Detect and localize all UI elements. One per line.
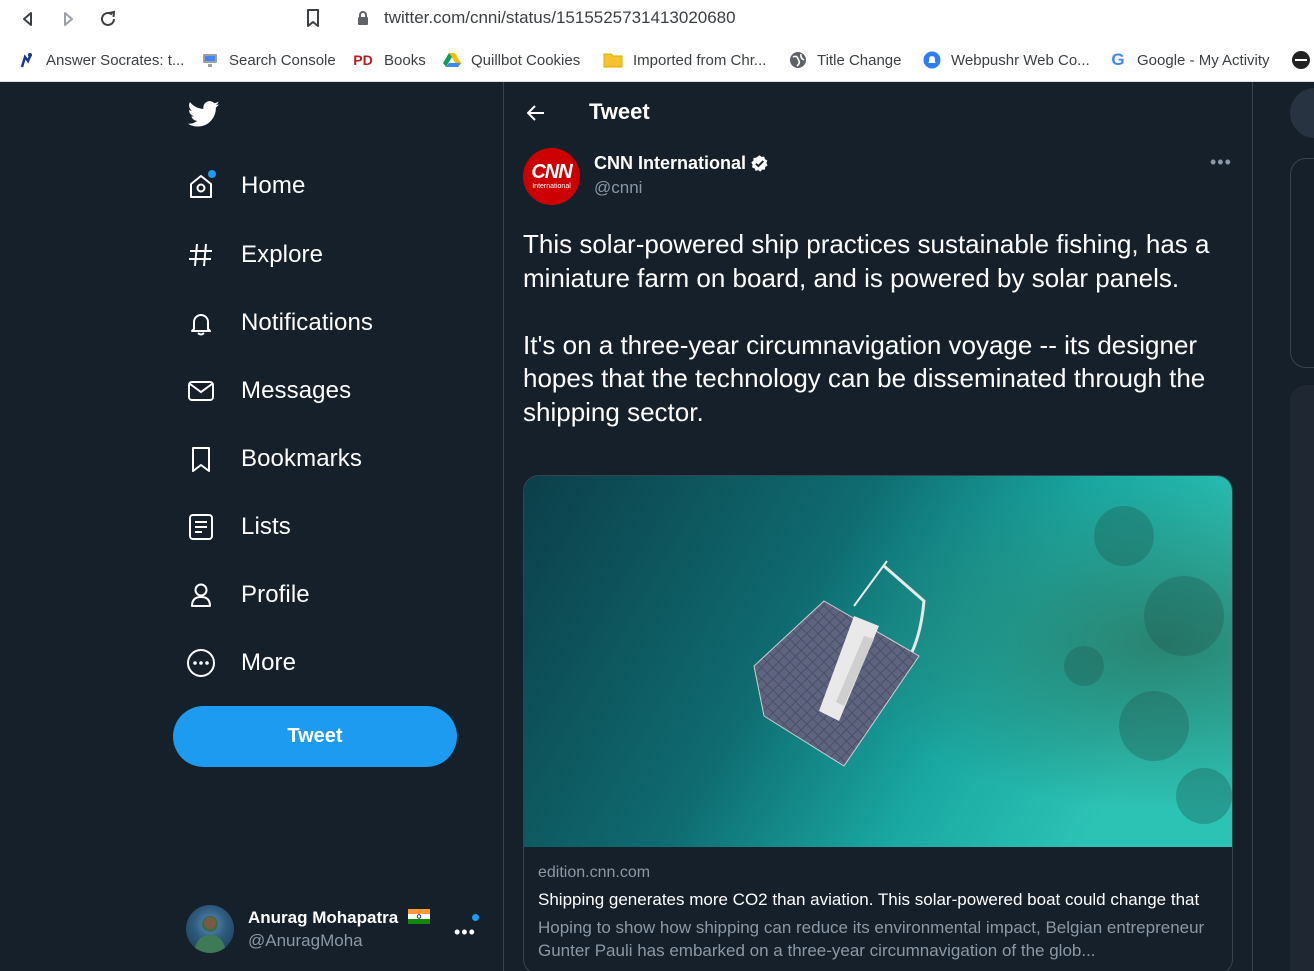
bookmark-google-my-activity[interactable]: G Google - My Activity <box>1109 48 1270 72</box>
person-icon <box>186 580 216 610</box>
bookmark-label: Books <box>384 51 426 69</box>
browser-toolbar: twitter.com/cnni/status/1515525731413020… <box>0 0 1314 38</box>
trends-panel <box>1290 385 1314 971</box>
bookmark-answer-socrates[interactable]: Answer Socrates: t... <box>18 48 184 72</box>
card-title: Shipping generates more CO2 than aviatio… <box>538 890 1200 909</box>
nav-label: Messages <box>241 377 352 404</box>
nav-label: Profile <box>241 581 310 608</box>
author-avatar[interactable]: CNN International <box>523 148 580 205</box>
lock-icon[interactable] <box>356 10 370 31</box>
nav-lists[interactable]: Lists <box>186 507 291 547</box>
india-flag-icon <box>407 908 430 929</box>
column-divider <box>503 82 504 971</box>
bookmark-books[interactable]: PD Books <box>352 48 426 72</box>
bookmark-label: Webpushr Web Co... <box>951 51 1090 69</box>
author-name[interactable]: CNN International <box>594 153 769 174</box>
tweet-text: This solar-powered ship practices sustai… <box>523 229 1210 427</box>
nav-messages[interactable]: Messages <box>186 371 351 411</box>
bookmark-page-icon[interactable] <box>302 7 324 34</box>
account-name-text: Anurag Mohapatra <box>248 908 399 927</box>
nav-label: Bookmarks <box>241 445 362 472</box>
reload-icon[interactable] <box>96 7 120 31</box>
bookmark-quillbot-cookies[interactable]: Quillbot Cookies <box>443 48 580 72</box>
page-title: Tweet <box>589 99 650 124</box>
bookmark-label: Answer Socrates: t... <box>46 51 185 69</box>
bookmark-overflow[interactable] <box>1292 48 1314 72</box>
envelope-icon <box>186 376 216 406</box>
link-card[interactable]: edition.cnn.com Shipping generates more … <box>523 475 1233 971</box>
tweet-more-icon[interactable]: ••• <box>1210 152 1232 173</box>
nav-label: Lists <box>241 513 291 540</box>
socrates-icon <box>18 51 36 69</box>
bookmark-label: Search Console <box>229 51 336 69</box>
www-icon <box>1292 51 1310 69</box>
list-icon <box>186 512 216 542</box>
card-domain: edition.cnn.com <box>538 864 651 881</box>
search-box[interactable] <box>1290 88 1314 138</box>
verified-badge-icon <box>750 154 769 173</box>
google-icon: G <box>1111 50 1125 69</box>
account-name: Anurag Mohapatra <box>248 908 430 929</box>
cnn-logo-subtext: International <box>532 183 571 190</box>
bookmark-search-console[interactable]: Search Console <box>201 48 336 72</box>
back-arrow-icon[interactable] <box>524 101 548 125</box>
nav-label: More <box>241 649 297 676</box>
nav-notifications[interactable]: Notifications <box>186 303 373 343</box>
card-description: Hoping to show how shipping can reduce i… <box>538 918 1205 960</box>
search-console-icon <box>201 51 219 69</box>
bookmark-icon <box>186 444 216 474</box>
bookmark-label: Imported from Chr... <box>633 51 767 69</box>
twitter-logo-icon[interactable] <box>186 98 222 130</box>
globe-icon <box>789 51 807 69</box>
account-handle: @AnuragMoha <box>248 931 363 950</box>
nav-label: Explore <box>241 241 324 268</box>
pd-icon: PD <box>353 52 373 68</box>
url-text[interactable]: twitter.com/cnni/status/1515525731413020… <box>384 8 736 28</box>
nav-label: Home <box>241 172 306 199</box>
more-circle-icon <box>186 648 216 678</box>
author-handle[interactable]: @cnni <box>594 178 642 198</box>
browser-chrome: twitter.com/cnni/status/1515525731413020… <box>0 0 1314 82</box>
hashtag-icon <box>186 240 216 270</box>
card-image <box>524 476 1232 847</box>
bookmarks-bar: Answer Socrates: t... Search Console PD … <box>0 44 1314 74</box>
nav-label: Notifications <box>241 309 374 336</box>
drive-icon <box>443 51 461 69</box>
bookmark-label: Title Change <box>817 51 902 69</box>
right-panel-card <box>1290 158 1314 368</box>
home-icon <box>186 170 216 201</box>
account-switcher[interactable]: Anurag Mohapatra @AnuragMoha ••• <box>186 902 486 958</box>
bookmark-webpushr[interactable]: Webpushr Web Co... <box>923 48 1090 72</box>
webpushr-icon <box>923 51 941 69</box>
nav-home[interactable]: Home <box>186 166 305 206</box>
author-name-text: CNN International <box>594 153 747 173</box>
nav-explore[interactable]: Explore <box>186 235 323 275</box>
forward-icon[interactable] <box>56 7 80 31</box>
bookmark-label: Quillbot Cookies <box>471 51 581 69</box>
account-more-icon[interactable]: ••• <box>454 922 476 943</box>
folder-icon <box>603 51 623 69</box>
bookmark-imported-folder[interactable]: Imported from Chr... <box>603 48 766 72</box>
nav-bookmarks[interactable]: Bookmarks <box>186 439 362 479</box>
bell-icon <box>186 308 216 338</box>
bookmark-title-change[interactable]: Title Change <box>789 48 902 72</box>
nav-more[interactable]: More <box>186 643 296 683</box>
bookmark-label: Google - My Activity <box>1137 51 1270 69</box>
avatar <box>186 905 234 953</box>
cnn-logo-text: CNN <box>531 161 572 183</box>
column-divider <box>1252 82 1253 971</box>
back-icon[interactable] <box>16 7 40 31</box>
nav-profile[interactable]: Profile <box>186 575 310 615</box>
notification-dot <box>208 170 216 178</box>
account-notification-dot <box>472 914 479 921</box>
tweet-compose-button[interactable]: Tweet <box>173 706 457 767</box>
